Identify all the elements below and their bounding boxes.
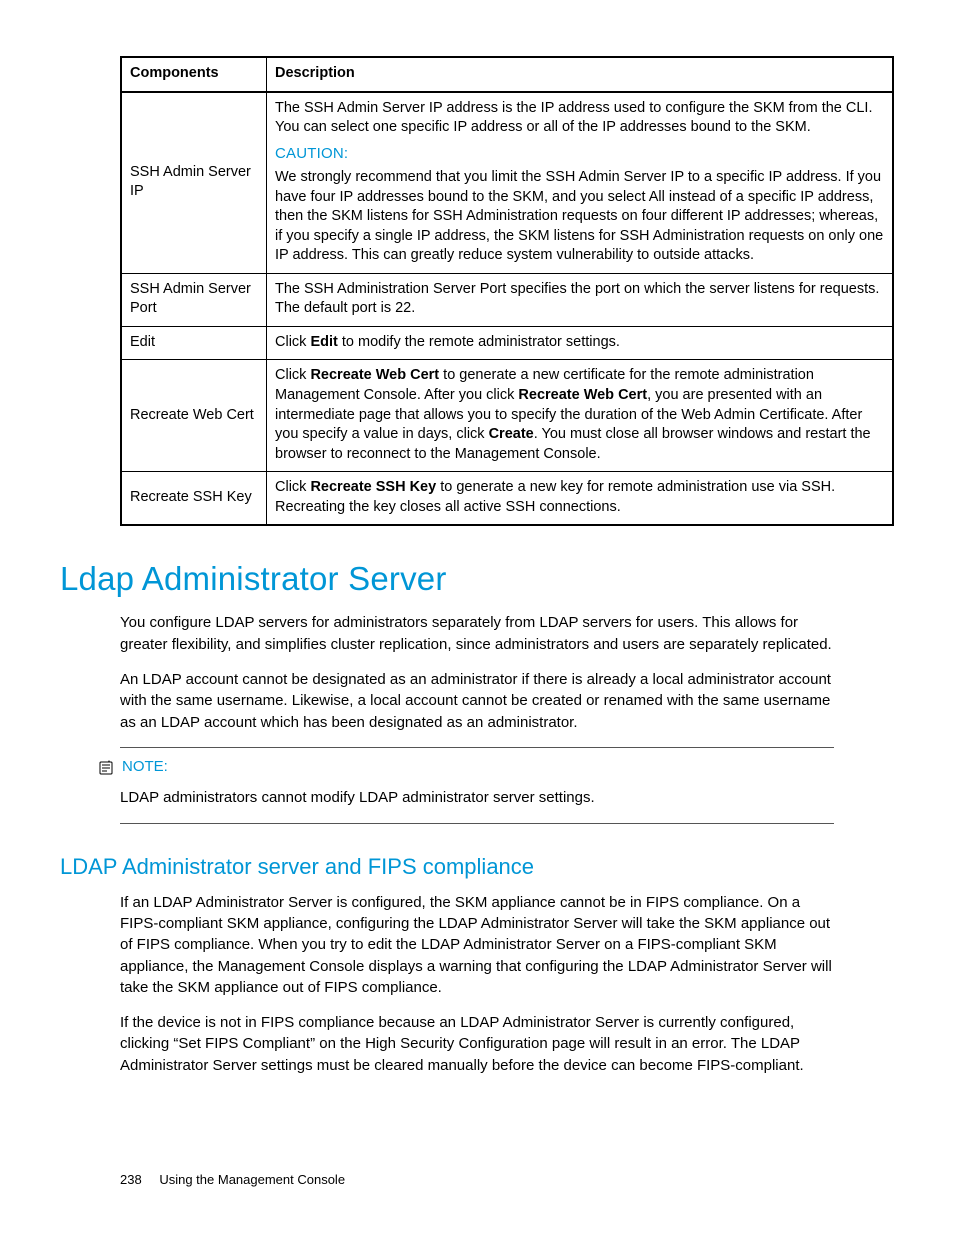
- desc-text: The SSH Admin Server IP address is the I…: [275, 99, 884, 138]
- paragraph: If the device is not in FIPS compliance …: [120, 1012, 834, 1076]
- note-label: NOTE:: [122, 758, 168, 775]
- components-table: Components Description SSH Admin Server …: [120, 56, 894, 526]
- cell-component: Recreate SSH Key: [121, 472, 267, 526]
- note-icon: [98, 760, 114, 781]
- cell-component: SSH Admin Server IP: [121, 92, 267, 274]
- table-row: Recreate Web Cert Click Recreate Web Cer…: [121, 360, 893, 472]
- caution-label: CAUTION:: [275, 144, 884, 164]
- bold-term: Edit: [310, 334, 337, 350]
- note-block: NOTE: LDAP administrators cannot modify …: [120, 747, 834, 824]
- paragraph: You configure LDAP servers for administr…: [120, 612, 834, 655]
- table-row: Recreate SSH Key Click Recreate SSH Key …: [121, 472, 893, 526]
- note-text: LDAP administrators cannot modify LDAP a…: [120, 787, 834, 809]
- cell-description: The SSH Admin Server IP address is the I…: [267, 92, 894, 274]
- cell-description: The SSH Administration Server Port speci…: [267, 273, 894, 326]
- col-components: Components: [121, 57, 267, 92]
- desc-text: to modify the remote administrator setti…: [338, 334, 620, 350]
- bold-term: Create: [489, 426, 534, 442]
- cell-description: Click Edit to modify the remote administ…: [267, 326, 894, 360]
- subsection-body: If an LDAP Administrator Server is confi…: [120, 892, 834, 1076]
- bold-term: Recreate Web Cert: [518, 387, 647, 403]
- section-heading: Ldap Administrator Server: [60, 560, 894, 598]
- cell-description: Click Recreate Web Cert to generate a ne…: [267, 360, 894, 472]
- page-footer: 238 Using the Management Console: [120, 1172, 345, 1187]
- col-description: Description: [267, 57, 894, 92]
- paragraph: If an LDAP Administrator Server is confi…: [120, 892, 834, 998]
- subsection-heading: LDAP Administrator server and FIPS compl…: [60, 854, 894, 880]
- desc-text: Click: [275, 334, 310, 350]
- bold-term: Recreate SSH Key: [310, 479, 436, 495]
- footer-title: Using the Management Console: [159, 1172, 345, 1187]
- cell-component: Edit: [121, 326, 267, 360]
- table-header-row: Components Description: [121, 57, 893, 92]
- cell-description: Click Recreate SSH Key to generate a new…: [267, 472, 894, 526]
- section-body: You configure LDAP servers for administr…: [120, 612, 834, 732]
- table-row: Edit Click Edit to modify the remote adm…: [121, 326, 893, 360]
- table-row: SSH Admin Server IP The SSH Admin Server…: [121, 92, 893, 274]
- desc-text: We strongly recommend that you limit the…: [275, 168, 884, 266]
- desc-text: Click: [275, 367, 310, 383]
- bold-term: Recreate Web Cert: [310, 367, 439, 383]
- table-row: SSH Admin Server Port The SSH Administra…: [121, 273, 893, 326]
- cell-component: Recreate Web Cert: [121, 360, 267, 472]
- paragraph: An LDAP account cannot be designated as …: [120, 669, 834, 733]
- cell-component: SSH Admin Server Port: [121, 273, 267, 326]
- page-number: 238: [120, 1172, 142, 1187]
- desc-text: Click: [275, 479, 310, 495]
